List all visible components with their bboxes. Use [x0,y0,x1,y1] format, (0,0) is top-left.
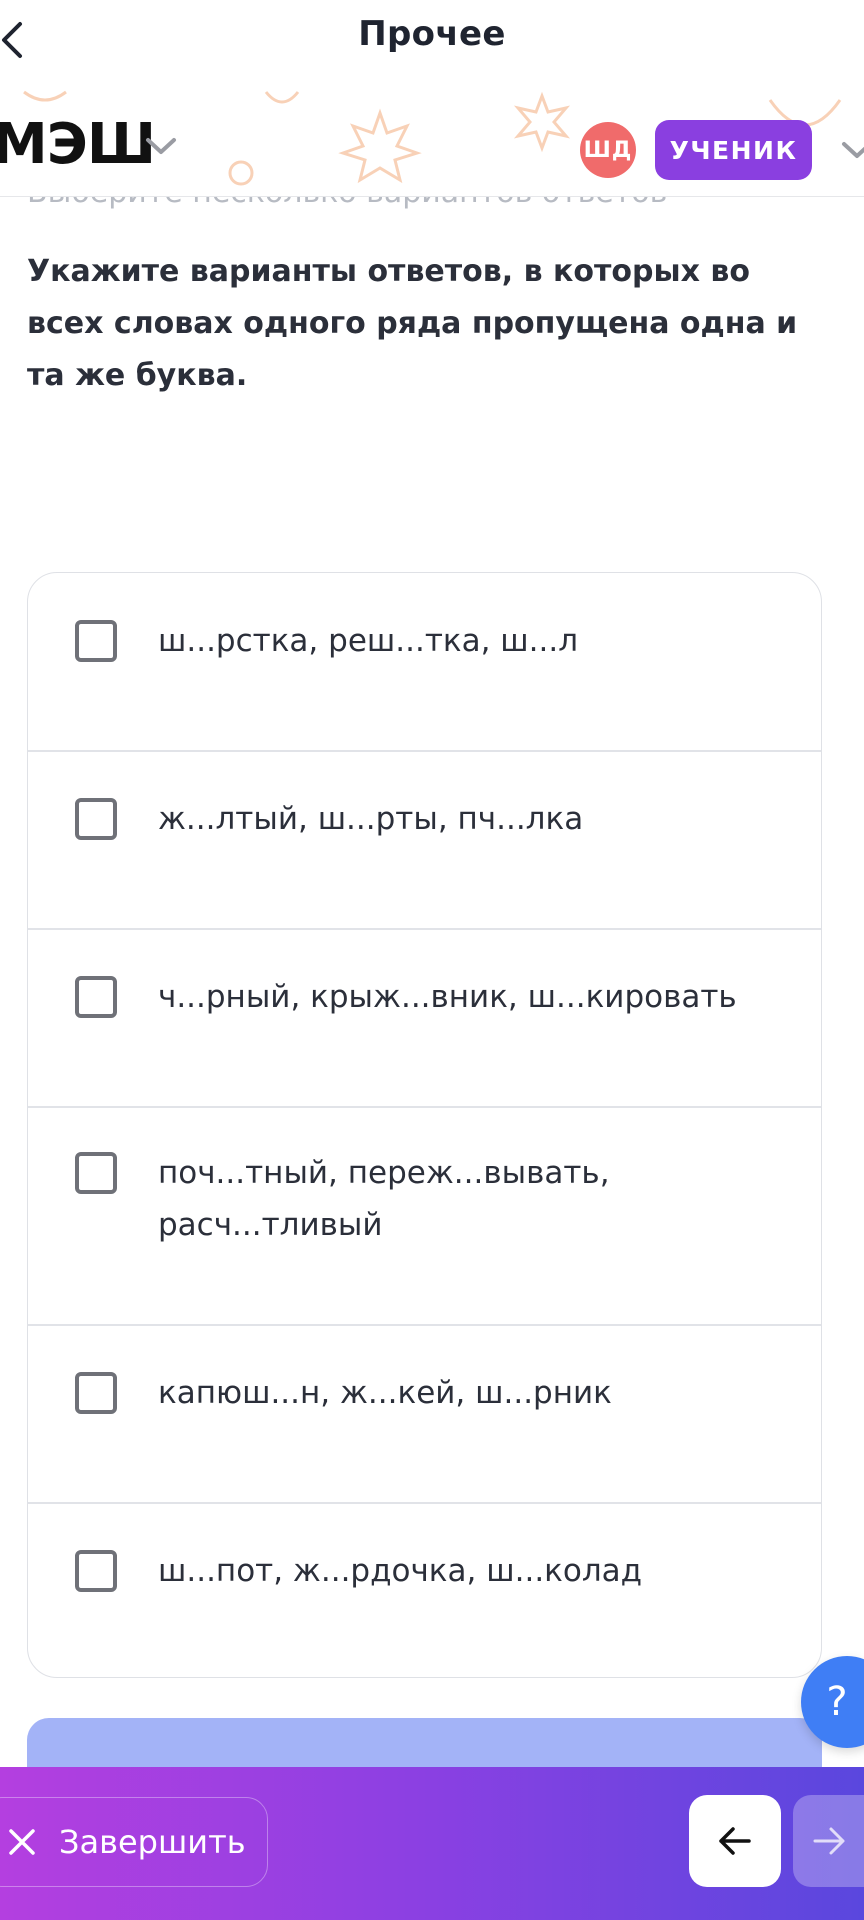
answer-option[interactable]: ш...рстка, реш...тка, ш...л [28,573,821,750]
option-label: ш...пот, ж...рдочка, ш...колад [158,1553,643,1589]
finish-button[interactable]: Завершить [0,1797,268,1887]
arrow-right-icon [813,1827,845,1855]
question-text: Укажите варианты ответов, в которых во в… [27,254,798,393]
finish-label: Завершить [59,1823,246,1861]
previous-button[interactable] [689,1795,781,1887]
arc-decoration-icon [264,91,300,104]
arrow-left-icon [719,1827,751,1855]
option-label: ч...рный, крыж...вник, ш...кировать [158,979,737,1015]
checkbox[interactable] [75,620,117,662]
user-avatar[interactable]: ШД [580,122,636,178]
close-icon [7,1827,37,1857]
chevron-down-icon[interactable] [840,140,864,160]
checkbox[interactable] [75,1550,117,1592]
answer-option[interactable]: ч...рный, крыж...вник, ш...кировать [28,929,821,1106]
chevron-down-icon[interactable] [144,136,178,156]
answer-option[interactable]: капюш...н, ж...кей, ш...рник [28,1325,821,1502]
app-logo[interactable]: МЭШ [0,112,156,177]
answer-option[interactable]: поч...тный, переж...вывать, расч...тливы… [28,1107,821,1324]
top-nav: Прочее [0,0,864,80]
next-button[interactable] [793,1795,864,1887]
checkbox[interactable] [75,798,117,840]
task-hint: Выберите несколько вариантов ответов [27,197,667,210]
option-label: ш...рстка, реш...тка, ш...л [158,623,579,659]
role-switcher[interactable]: УЧЕНИК [655,120,812,180]
arc-decoration-icon [23,90,67,102]
flower-decoration-icon [513,91,571,153]
answer-option[interactable]: ж...лтый, ш...рты, пч...лка [28,751,821,928]
circle-decoration-icon [228,160,254,186]
option-label: поч...тный, переж...вывать, расч...тливы… [158,1155,610,1243]
checkbox[interactable] [75,1152,117,1194]
bottom-action-bar: Завершить [0,1767,864,1920]
hint-container: Выберите несколько вариантов ответов [0,197,864,211]
checkbox[interactable] [75,976,117,1018]
answer-option[interactable]: ш...пот, ж...рдочка, ш...колад [28,1503,821,1677]
option-label: ж...лтый, ш...рты, пч...лка [158,801,584,837]
page-title: Прочее [358,14,506,54]
help-label: ? [826,1679,848,1725]
checkbox[interactable] [75,1372,117,1414]
option-label: капюш...н, ж...кей, ш...рник [158,1375,612,1411]
leaf-decoration-icon [338,108,422,184]
options-card: ш...рстка, реш...тка, ш...л ж...лтый, ш.… [27,572,822,1678]
